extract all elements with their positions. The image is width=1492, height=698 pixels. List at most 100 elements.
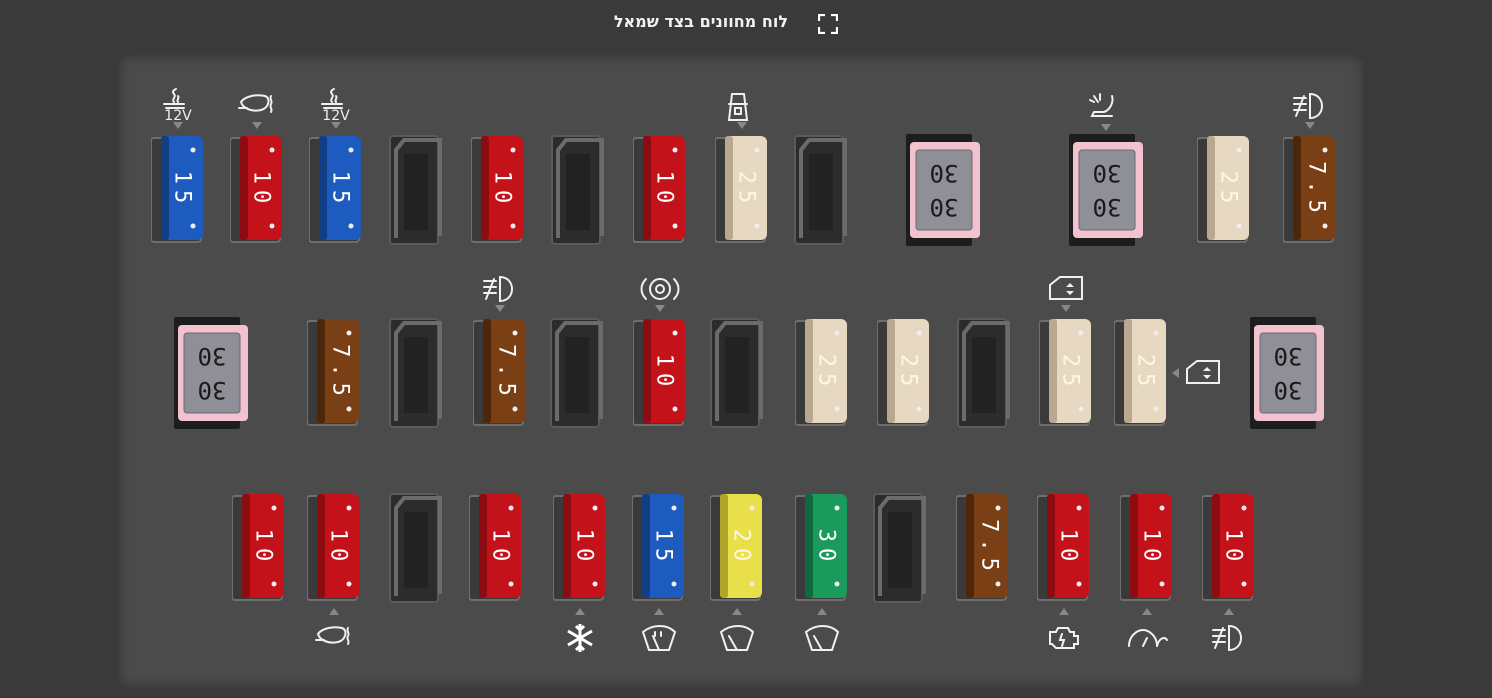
pointer-arrow bbox=[495, 305, 505, 312]
fuse-value-label: 15 bbox=[169, 170, 195, 210]
fuse-slot[interactable]: 15 bbox=[631, 490, 686, 606]
fuse-slot[interactable]: 10 bbox=[231, 490, 286, 606]
fuse-slot[interactable]: 10 bbox=[1036, 490, 1091, 606]
fuse-slot[interactable]: 10 bbox=[1201, 490, 1256, 606]
pointer-arrow bbox=[1059, 608, 1069, 615]
empty-fuse-slot bbox=[550, 318, 603, 428]
fuse-slot[interactable] bbox=[709, 315, 763, 431]
fuse-value-label: 7.5 bbox=[327, 344, 353, 402]
engine-check-icon bbox=[1043, 622, 1085, 654]
pointer-arrow bbox=[252, 122, 262, 129]
pointer-arrow bbox=[331, 122, 341, 129]
power-window-icon bbox=[1182, 357, 1224, 389]
fuse-value-label: 30 30 bbox=[197, 342, 227, 404]
pointer-arrow bbox=[654, 608, 664, 615]
fuse-value-label: 10 bbox=[489, 170, 515, 210]
fuse-slot[interactable]: 30 30 bbox=[906, 134, 980, 246]
fuse-value-label: 25 bbox=[733, 170, 759, 210]
fuse-slot[interactable]: 10 bbox=[470, 132, 525, 248]
fuse-value-label: 15 bbox=[650, 528, 676, 568]
fuse-slot[interactable]: 25 bbox=[1038, 315, 1093, 431]
fuse-slot[interactable]: 15 bbox=[308, 132, 363, 248]
fuse-slot[interactable] bbox=[793, 132, 847, 248]
page-title: לוח מחוונים בצד שמאל bbox=[613, 12, 788, 31]
fuse-value-label: 7.5 bbox=[493, 344, 519, 402]
fuse-value-label: 25 bbox=[813, 353, 839, 393]
heated-mirror-icon bbox=[313, 622, 355, 654]
fuse-value-label: 25 bbox=[1215, 170, 1241, 210]
power-seat-icon bbox=[1085, 92, 1127, 124]
pointer-arrow bbox=[1172, 368, 1179, 378]
fuse-value-label: 25 bbox=[1132, 353, 1158, 393]
fuse-slot[interactable]: 7.5 bbox=[306, 315, 361, 431]
fuse-value-label: 10 bbox=[1055, 528, 1081, 568]
pointer-arrow bbox=[817, 608, 827, 615]
fuse-slot[interactable]: 10 bbox=[632, 315, 687, 431]
pointer-arrow bbox=[575, 608, 585, 615]
windshield-washer-icon bbox=[638, 622, 680, 654]
pointer-arrow bbox=[737, 122, 747, 129]
fuse-slot[interactable]: 7.5 bbox=[955, 490, 1010, 606]
instrument-cluster-icon bbox=[1126, 622, 1168, 654]
fuse-slot[interactable] bbox=[388, 490, 442, 606]
heated-mirror-icon bbox=[236, 90, 278, 122]
fuse-value-label: 10 bbox=[651, 353, 677, 393]
fuse-slot[interactable]: 10 bbox=[632, 132, 687, 248]
wiper-icon bbox=[716, 622, 758, 654]
fuse-value-label: 10 bbox=[325, 528, 351, 568]
fuse-value-label: 30 30 bbox=[1092, 159, 1122, 221]
pointer-arrow bbox=[732, 608, 742, 615]
fuse-value-label: 10 bbox=[651, 170, 677, 210]
fog-light-icon bbox=[1208, 622, 1250, 654]
fuse-slot[interactable]: 30 bbox=[794, 490, 849, 606]
fuse-slot[interactable] bbox=[872, 490, 926, 606]
fuse-slot[interactable]: 25 bbox=[1196, 132, 1251, 248]
fuse-slot[interactable]: 10 bbox=[229, 132, 284, 248]
fuse-slot[interactable]: 30 30 bbox=[174, 317, 248, 429]
fuse-slot[interactable]: 7.5 bbox=[472, 315, 527, 431]
empty-fuse-slot bbox=[389, 493, 442, 603]
fuse-slot[interactable]: 10 bbox=[306, 490, 361, 606]
pointer-arrow bbox=[329, 608, 339, 615]
fullscreen-icon[interactable] bbox=[817, 13, 839, 35]
fuse-slot[interactable]: 25 bbox=[1113, 315, 1168, 431]
fuse-slot[interactable] bbox=[956, 315, 1010, 431]
fuse-slot[interactable]: 15 bbox=[150, 132, 205, 248]
fuse-slot[interactable]: 10 bbox=[552, 490, 607, 606]
fuse-value-label: 10 bbox=[248, 170, 274, 210]
fuse-value-label: 20 bbox=[728, 528, 754, 568]
fuse-value-label: 7.5 bbox=[1303, 161, 1329, 219]
fuse-slot[interactable] bbox=[388, 132, 442, 248]
fuse-slot[interactable] bbox=[550, 132, 604, 248]
fuse-value-label: 7.5 bbox=[976, 519, 1002, 577]
empty-fuse-slot bbox=[873, 493, 926, 603]
fuse-slot[interactable] bbox=[388, 315, 442, 431]
fuse-slot[interactable]: 10 bbox=[1119, 490, 1174, 606]
fuse-value-label: 10 bbox=[1138, 528, 1164, 568]
fuse-slot[interactable]: 25 bbox=[794, 315, 849, 431]
fuse-slot[interactable]: 30 30 bbox=[1250, 317, 1324, 429]
fuse-slot[interactable]: 10 bbox=[468, 490, 523, 606]
pointer-arrow bbox=[1101, 124, 1111, 131]
fuse-value-label: 15 bbox=[327, 170, 353, 210]
fuse-value-label: 10 bbox=[571, 528, 597, 568]
parking-brake-icon bbox=[639, 273, 681, 305]
empty-fuse-slot bbox=[551, 135, 604, 245]
fuse-slot[interactable]: 25 bbox=[714, 132, 769, 248]
fog-light-icon bbox=[1289, 90, 1331, 122]
fuse-slot[interactable]: 7.5 bbox=[1282, 132, 1337, 248]
fuse-slot[interactable]: 25 bbox=[876, 315, 931, 431]
empty-fuse-slot bbox=[710, 318, 763, 428]
fuse-slot[interactable]: 20 bbox=[709, 490, 764, 606]
empty-fuse-slot bbox=[794, 135, 847, 245]
pointer-arrow bbox=[655, 305, 665, 312]
fuse-value-label: 25 bbox=[1057, 353, 1083, 393]
empty-fuse-slot bbox=[957, 318, 1010, 428]
power-window-icon bbox=[1045, 273, 1087, 305]
fuse-value-label: 10 bbox=[1220, 528, 1246, 568]
fuse-slot[interactable]: 30 30 bbox=[1069, 134, 1143, 246]
fuse-slot[interactable] bbox=[549, 315, 603, 431]
fuse-value-label: 25 bbox=[895, 353, 921, 393]
fuse-value-label: 30 bbox=[813, 528, 839, 568]
pointer-arrow bbox=[1142, 608, 1152, 615]
